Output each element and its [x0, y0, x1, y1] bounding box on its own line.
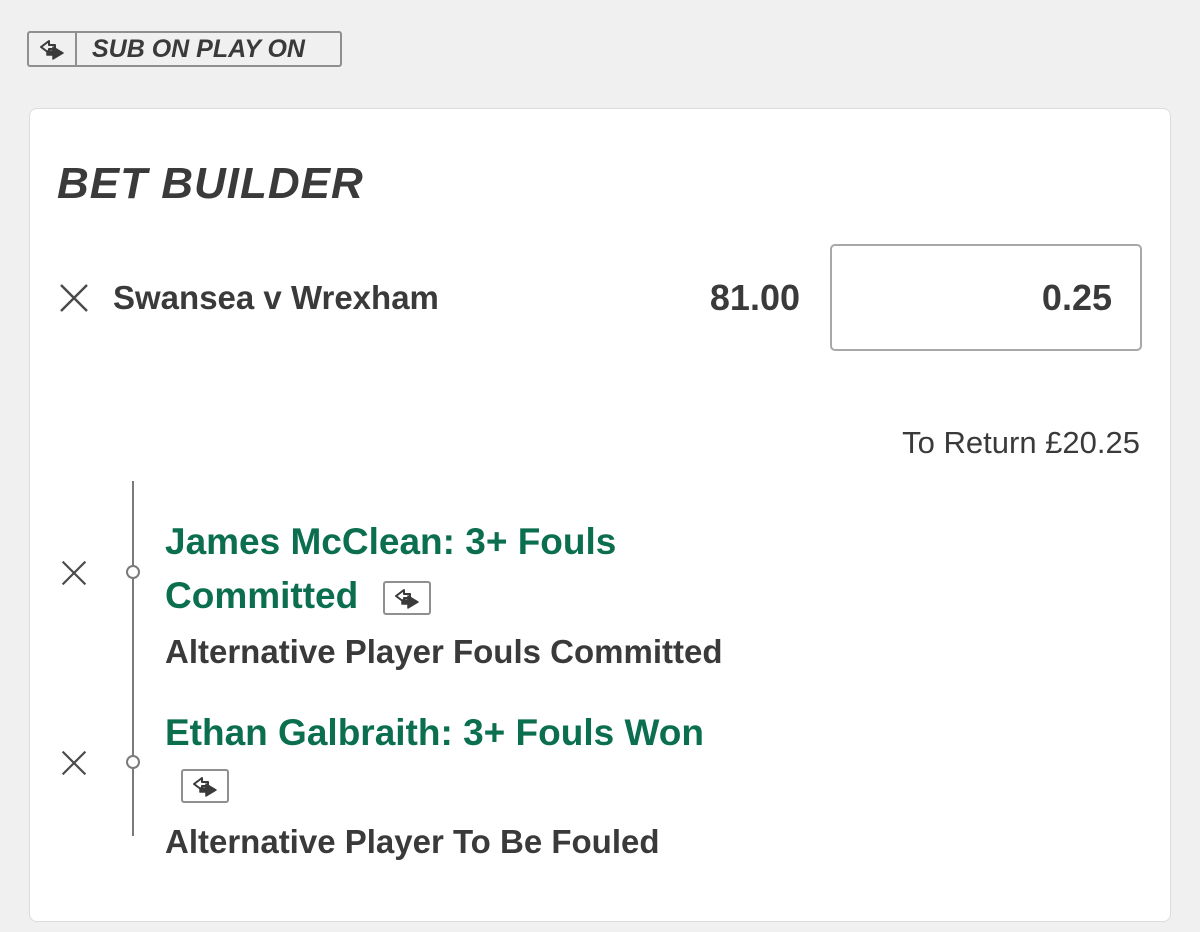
bet-builder-title: BET BUILDER	[57, 159, 364, 208]
selection-subtitle: Alternative Player Fouls Committed	[165, 633, 723, 670]
timeline-line	[132, 481, 134, 836]
selection-subtitle: Alternative Player To Be Fouled	[165, 823, 660, 860]
bet-builder-card: BET BUILDER Swansea v Wrexham 81.00 To R…	[29, 108, 1171, 922]
timeline-dot	[126, 565, 140, 579]
timeline-dot	[126, 755, 140, 769]
stake-input[interactable]	[830, 244, 1142, 351]
remove-selection-close-icon[interactable]	[60, 749, 88, 777]
remove-selection-close-icon[interactable]	[60, 559, 88, 587]
swap-arrows-icon	[29, 33, 77, 65]
remove-bet-close-icon[interactable]	[58, 282, 90, 314]
swap-arrows-icon[interactable]	[382, 581, 431, 616]
badge-label: SUB ON PLAY ON	[92, 34, 305, 63]
swap-arrows-icon[interactable]	[181, 769, 229, 803]
selection-title: James McClean: 3+ Fouls Committed	[165, 515, 725, 623]
sub-on-play-on-badge: SUB ON PLAY ON	[27, 31, 342, 67]
to-return-text: To Return £20.25	[902, 425, 1140, 460]
selection-title-text: Ethan Galbraith: 3+ Fouls Won	[165, 712, 704, 753]
selection-title: Ethan Galbraith: 3+ Fouls Won	[165, 706, 805, 760]
odds-value: 81.00	[709, 277, 800, 318]
event-name: Swansea v Wrexham	[113, 279, 439, 316]
